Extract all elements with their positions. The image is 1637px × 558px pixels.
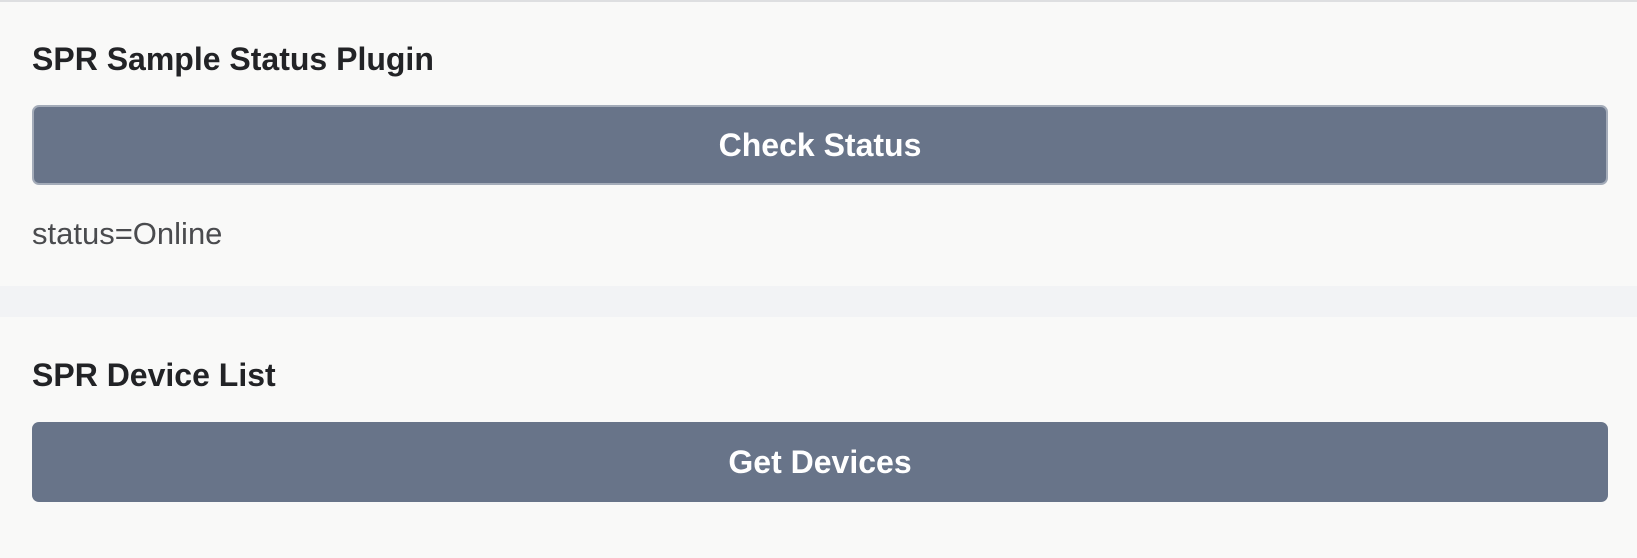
status-output: status=Online (32, 216, 223, 251)
check-status-button[interactable]: Check Status (32, 105, 1608, 185)
status-plugin-title: SPR Sample Status Plugin (32, 41, 434, 77)
device-list-card: SPR Device List Get Devices (0, 317, 1637, 558)
device-list-title: SPR Device List (32, 357, 276, 393)
status-plugin-card: SPR Sample Status Plugin Check Status st… (0, 2, 1637, 286)
plugin-page: SPR Sample Status Plugin Check Status st… (0, 0, 1637, 558)
get-devices-button[interactable]: Get Devices (32, 422, 1608, 502)
